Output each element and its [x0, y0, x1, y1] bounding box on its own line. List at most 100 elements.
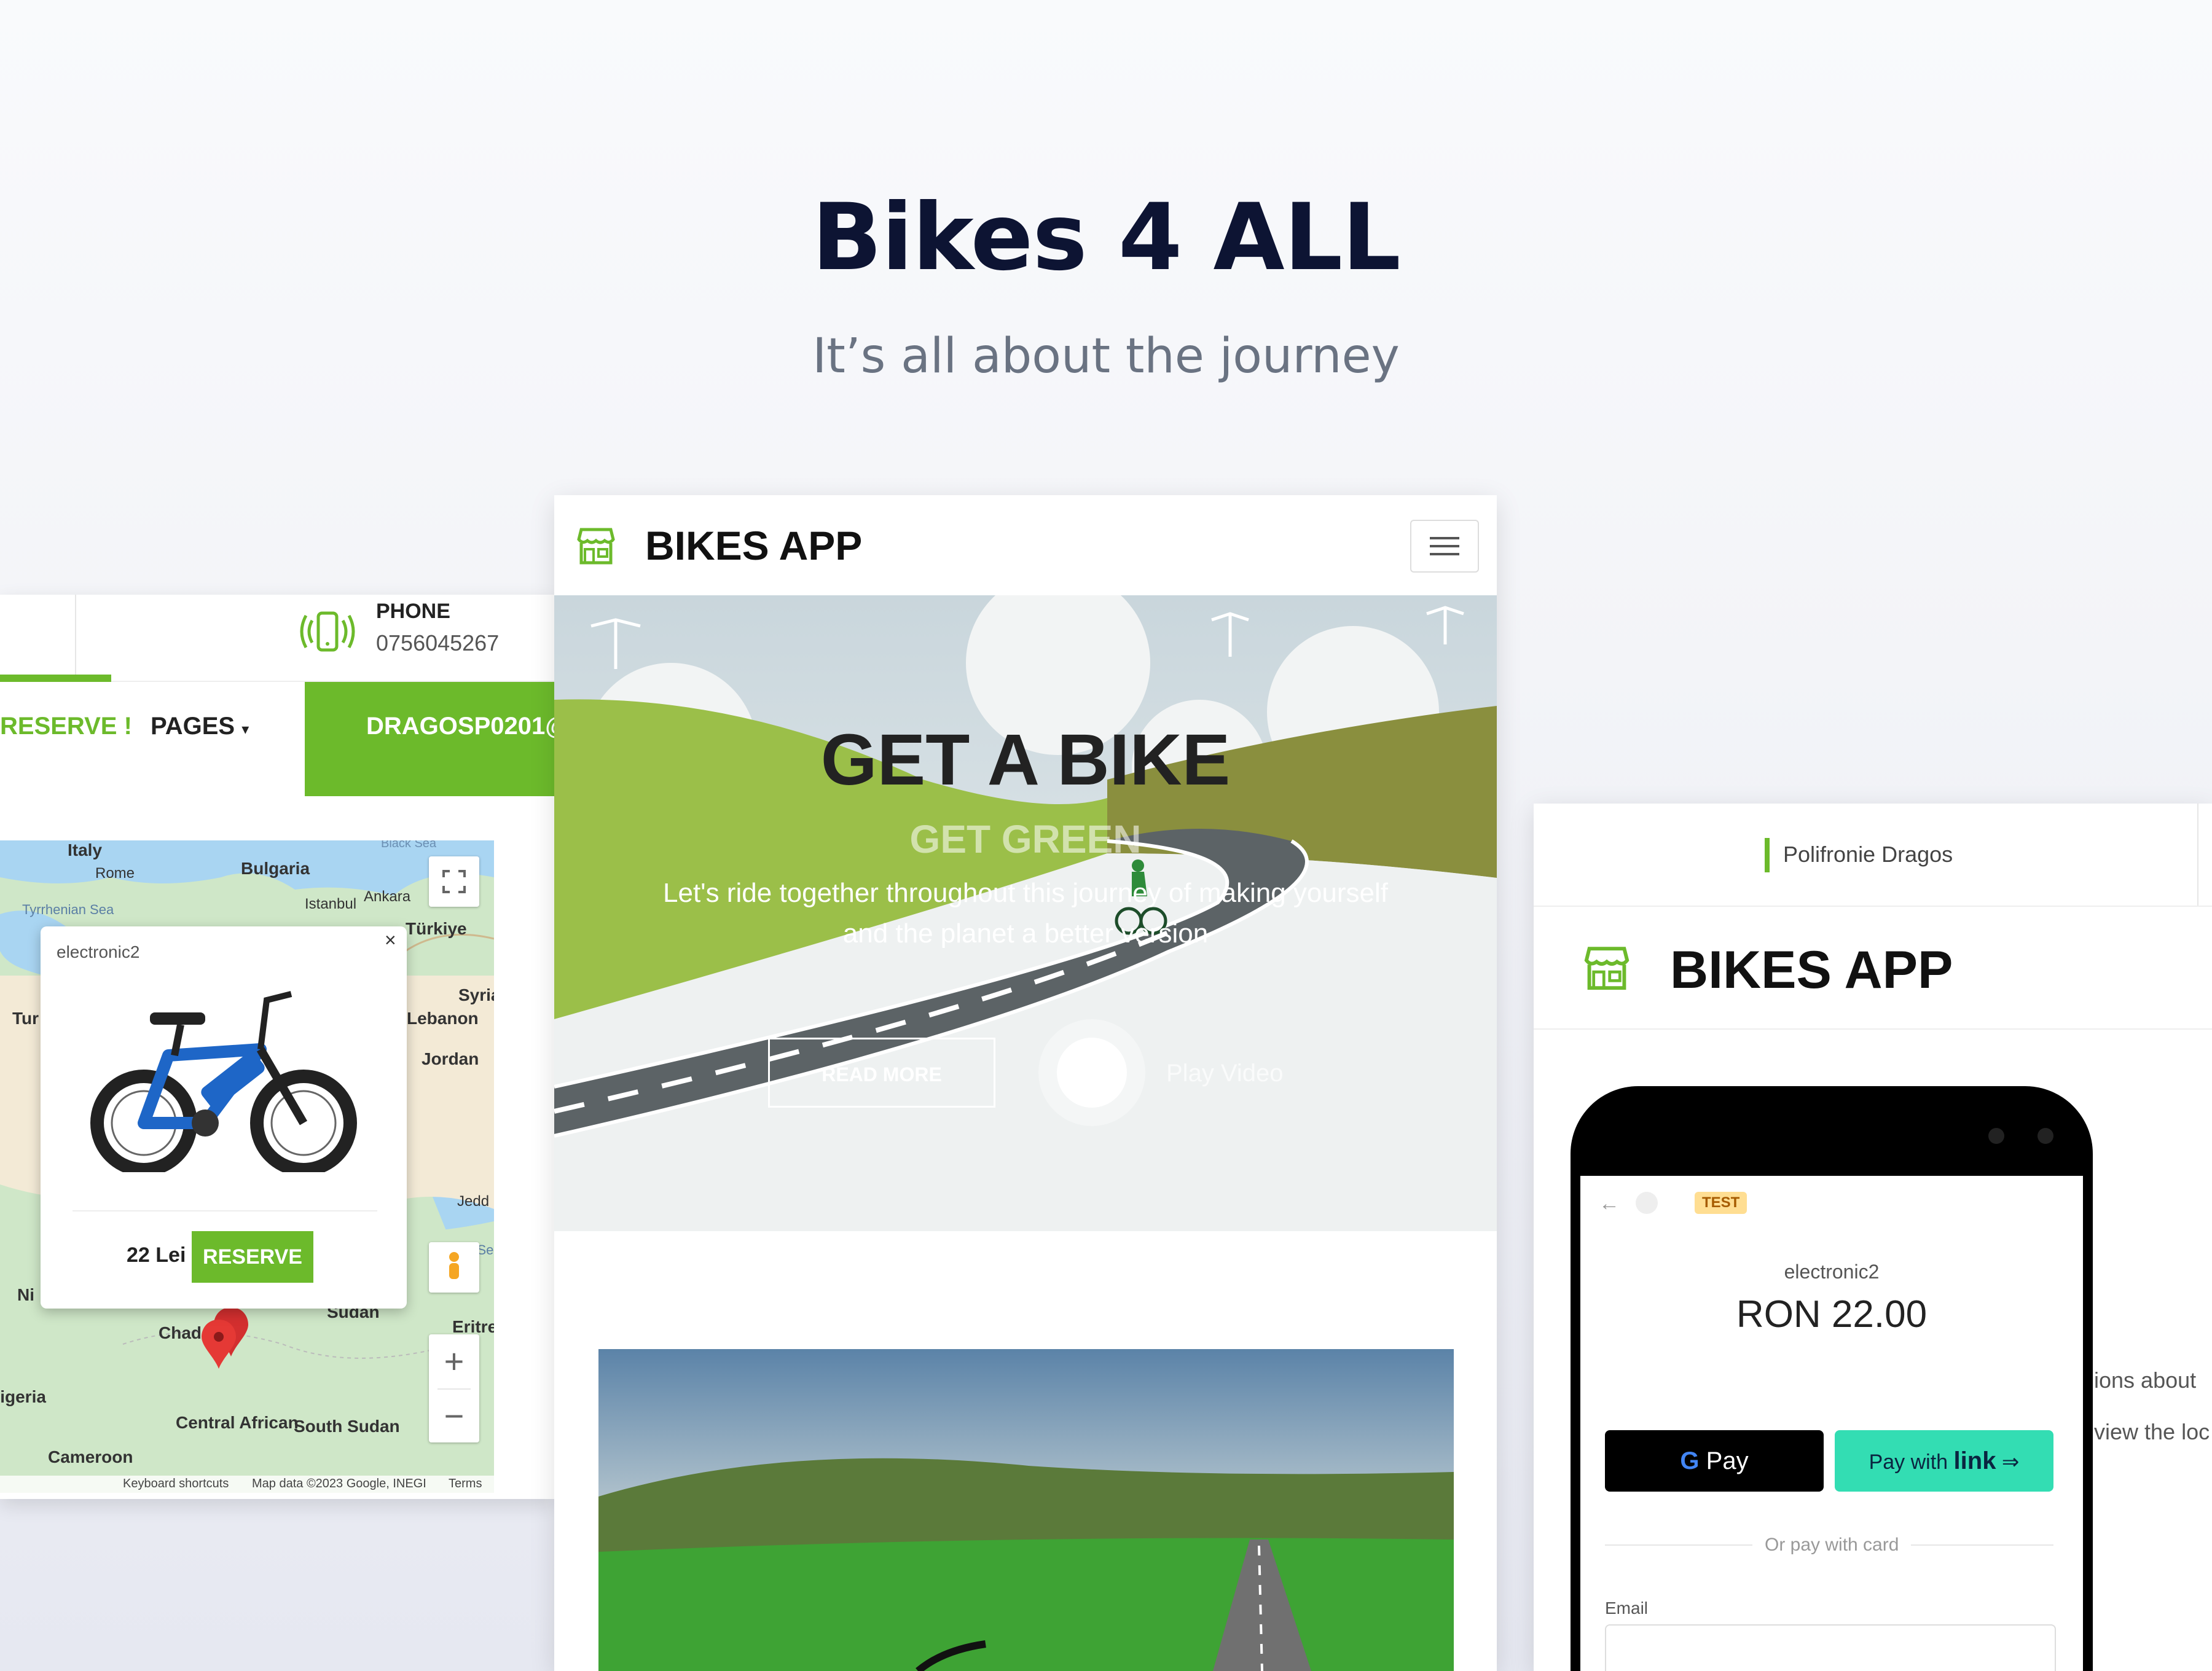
- map-info-window: electronic2 × 22 Lei RESERVE: [41, 926, 407, 1309]
- hero-banner: GET A BIKE GET GREEN Let's ride together…: [554, 595, 1497, 1231]
- play-video-label[interactable]: Play Video: [1166, 1060, 1284, 1087]
- left-screenshot-panel: PHONE 0756045267 RESERVE ! PAGES ▾ DRAGO…: [0, 595, 554, 1499]
- app-navbar: BIKES APP: [554, 495, 1497, 597]
- hero-text: and the planet a better version: [842, 918, 1209, 949]
- middle-screenshot-panel: BIKES APP GET A BIKE GET GREEN Let's rid…: [554, 495, 1497, 1671]
- hero-text: Let's ride together throughout this jour…: [663, 878, 1388, 908]
- product-price: RON 22.00: [1736, 1293, 1928, 1336]
- map-data-text: Map data ©2023 Google, INEGI: [252, 1477, 426, 1490]
- user-account-button[interactable]: DRAGOSP0201@(: [305, 682, 554, 796]
- nav-pages-dropdown[interactable]: PAGES ▾: [151, 713, 249, 740]
- brand-name[interactable]: BIKES APP: [645, 522, 862, 569]
- side-text: ions about: [2094, 1368, 2197, 1393]
- phone-label: PHONE: [376, 600, 450, 623]
- or-card-label: Or pay with card: [1752, 1535, 1912, 1556]
- map-label: Italy: [68, 840, 103, 859]
- contact-topbar: PHONE 0756045267: [0, 595, 554, 682]
- camera-dot: [1988, 1128, 2004, 1144]
- hero-subtitle: GET GREEN: [909, 817, 1142, 861]
- checkout-screen: ← TEST electronic2 RON 22.00 G Pay Pay w…: [1580, 1176, 2083, 1671]
- store-small-icon: [1636, 1192, 1658, 1214]
- map-label: Black Sea: [381, 840, 437, 850]
- map-label: Jordan: [422, 1049, 479, 1068]
- keyboard-shortcuts-link[interactable]: Keyboard shortcuts: [123, 1477, 229, 1491]
- fullscreen-icon: [442, 870, 466, 893]
- phone-number: 0756045267: [376, 630, 500, 655]
- divider: [73, 1210, 377, 1211]
- product-name: electronic2: [1784, 1261, 1880, 1283]
- map-label: Cameroon: [48, 1447, 133, 1466]
- hamburger-line: [1430, 537, 1459, 539]
- phone-icon: [300, 611, 355, 652]
- email-label: Email: [1605, 1599, 1649, 1618]
- page-subtitle: It’s all about the journey: [812, 329, 1400, 384]
- camera-dot: [2037, 1128, 2053, 1144]
- nav-pages-label: PAGES: [151, 713, 235, 740]
- map-label: Tur: [12, 1009, 39, 1028]
- user-topbar: Polifronie Dragos: [1534, 804, 2212, 907]
- main-navbar: RESERVE ! PAGES ▾ DRAGOSP0201@(: [0, 682, 554, 796]
- divider: [2197, 804, 2198, 906]
- arrow-right-icon: ⇒: [2001, 1450, 2020, 1474]
- map-label: Central African: [176, 1413, 299, 1432]
- map-marker-icon[interactable]: [200, 1307, 249, 1375]
- user-email-label: DRAGOSP0201@(: [366, 713, 554, 740]
- terms-link[interactable]: Terms: [449, 1477, 482, 1491]
- hamburger-menu-button[interactable]: [1410, 520, 1479, 573]
- email-field[interactable]: [1605, 1624, 2056, 1671]
- close-icon[interactable]: ×: [385, 929, 396, 952]
- divider: [75, 595, 76, 681]
- read-more-button[interactable]: READ MORE: [768, 1038, 995, 1108]
- hamburger-line: [1430, 545, 1459, 547]
- back-arrow-icon[interactable]: ←: [1599, 1192, 1620, 1216]
- product-title: electronic2: [57, 942, 140, 961]
- hamburger-line: [1430, 553, 1459, 555]
- map-label: Jedd: [457, 1193, 490, 1210]
- road-illustration: [554, 595, 1497, 1231]
- zoom-out-button[interactable]: −: [429, 1390, 479, 1442]
- map-label: Lebanon: [407, 1009, 479, 1028]
- active-indicator: [0, 675, 111, 682]
- play-video-button[interactable]: [1038, 1019, 1145, 1126]
- caret-down-icon: ▾: [241, 721, 249, 738]
- map-attribution-bar: Keyboard shortcuts Map data ©2023 Google…: [0, 1476, 494, 1493]
- map-label: Rome: [95, 865, 135, 882]
- map-label: Ni: [17, 1285, 34, 1304]
- brand-name[interactable]: BIKES APP: [1670, 940, 1953, 1001]
- fullscreen-button[interactable]: [429, 856, 479, 907]
- zoom-in-button[interactable]: +: [429, 1334, 479, 1388]
- product-price: 22 Lei: [127, 1243, 186, 1267]
- side-text: view the loc: [2094, 1419, 2210, 1444]
- landscape-photo: [598, 1349, 1454, 1671]
- right-screenshot-panel: Polifronie Dragos BIKES APP ions about v…: [1534, 804, 2212, 1671]
- zoom-controls: + −: [429, 1334, 479, 1442]
- nav-reserve-link[interactable]: RESERVE !: [0, 713, 132, 740]
- app-navbar: BIKES APP: [1534, 906, 2212, 1030]
- store-icon: [1584, 947, 1630, 990]
- link-logo: link: [1953, 1447, 1996, 1474]
- link-pay-label: Pay with: [1869, 1450, 1948, 1474]
- user-name: Polifronie Dragos: [1783, 842, 1953, 867]
- google-pay-button[interactable]: G Pay: [1605, 1430, 1824, 1492]
- reserve-button[interactable]: RESERVE: [192, 1231, 313, 1283]
- street-view-button[interactable]: [429, 1242, 479, 1293]
- play-icon: [1057, 1038, 1127, 1108]
- map-label: Tyrrhenian Sea: [22, 902, 114, 917]
- pegman-icon: [449, 1252, 459, 1279]
- user-indicator: [1765, 838, 1770, 872]
- phone-mockup: ← TEST electronic2 RON 22.00 G Pay Pay w…: [1571, 1086, 2093, 1671]
- link-pay-button[interactable]: Pay with link ⇒: [1835, 1430, 2053, 1492]
- map-label: Bulgaria: [241, 859, 310, 878]
- bike-image: [90, 991, 357, 1172]
- map-label: Ankara: [364, 888, 411, 905]
- landscape-image: [598, 1349, 1454, 1671]
- map-label: Nigeria: [0, 1387, 46, 1406]
- google-g-icon: G: [1680, 1447, 1700, 1474]
- map-label: Chad: [159, 1323, 202, 1342]
- gpay-label: Pay: [1706, 1447, 1749, 1474]
- page-title: Bikes 4 ALL: [812, 184, 1401, 291]
- map-label: Syria: [458, 985, 494, 1004]
- store-icon: [577, 528, 615, 565]
- map-label: Türkiye: [406, 919, 467, 938]
- map-label: Istanbul: [305, 896, 357, 912]
